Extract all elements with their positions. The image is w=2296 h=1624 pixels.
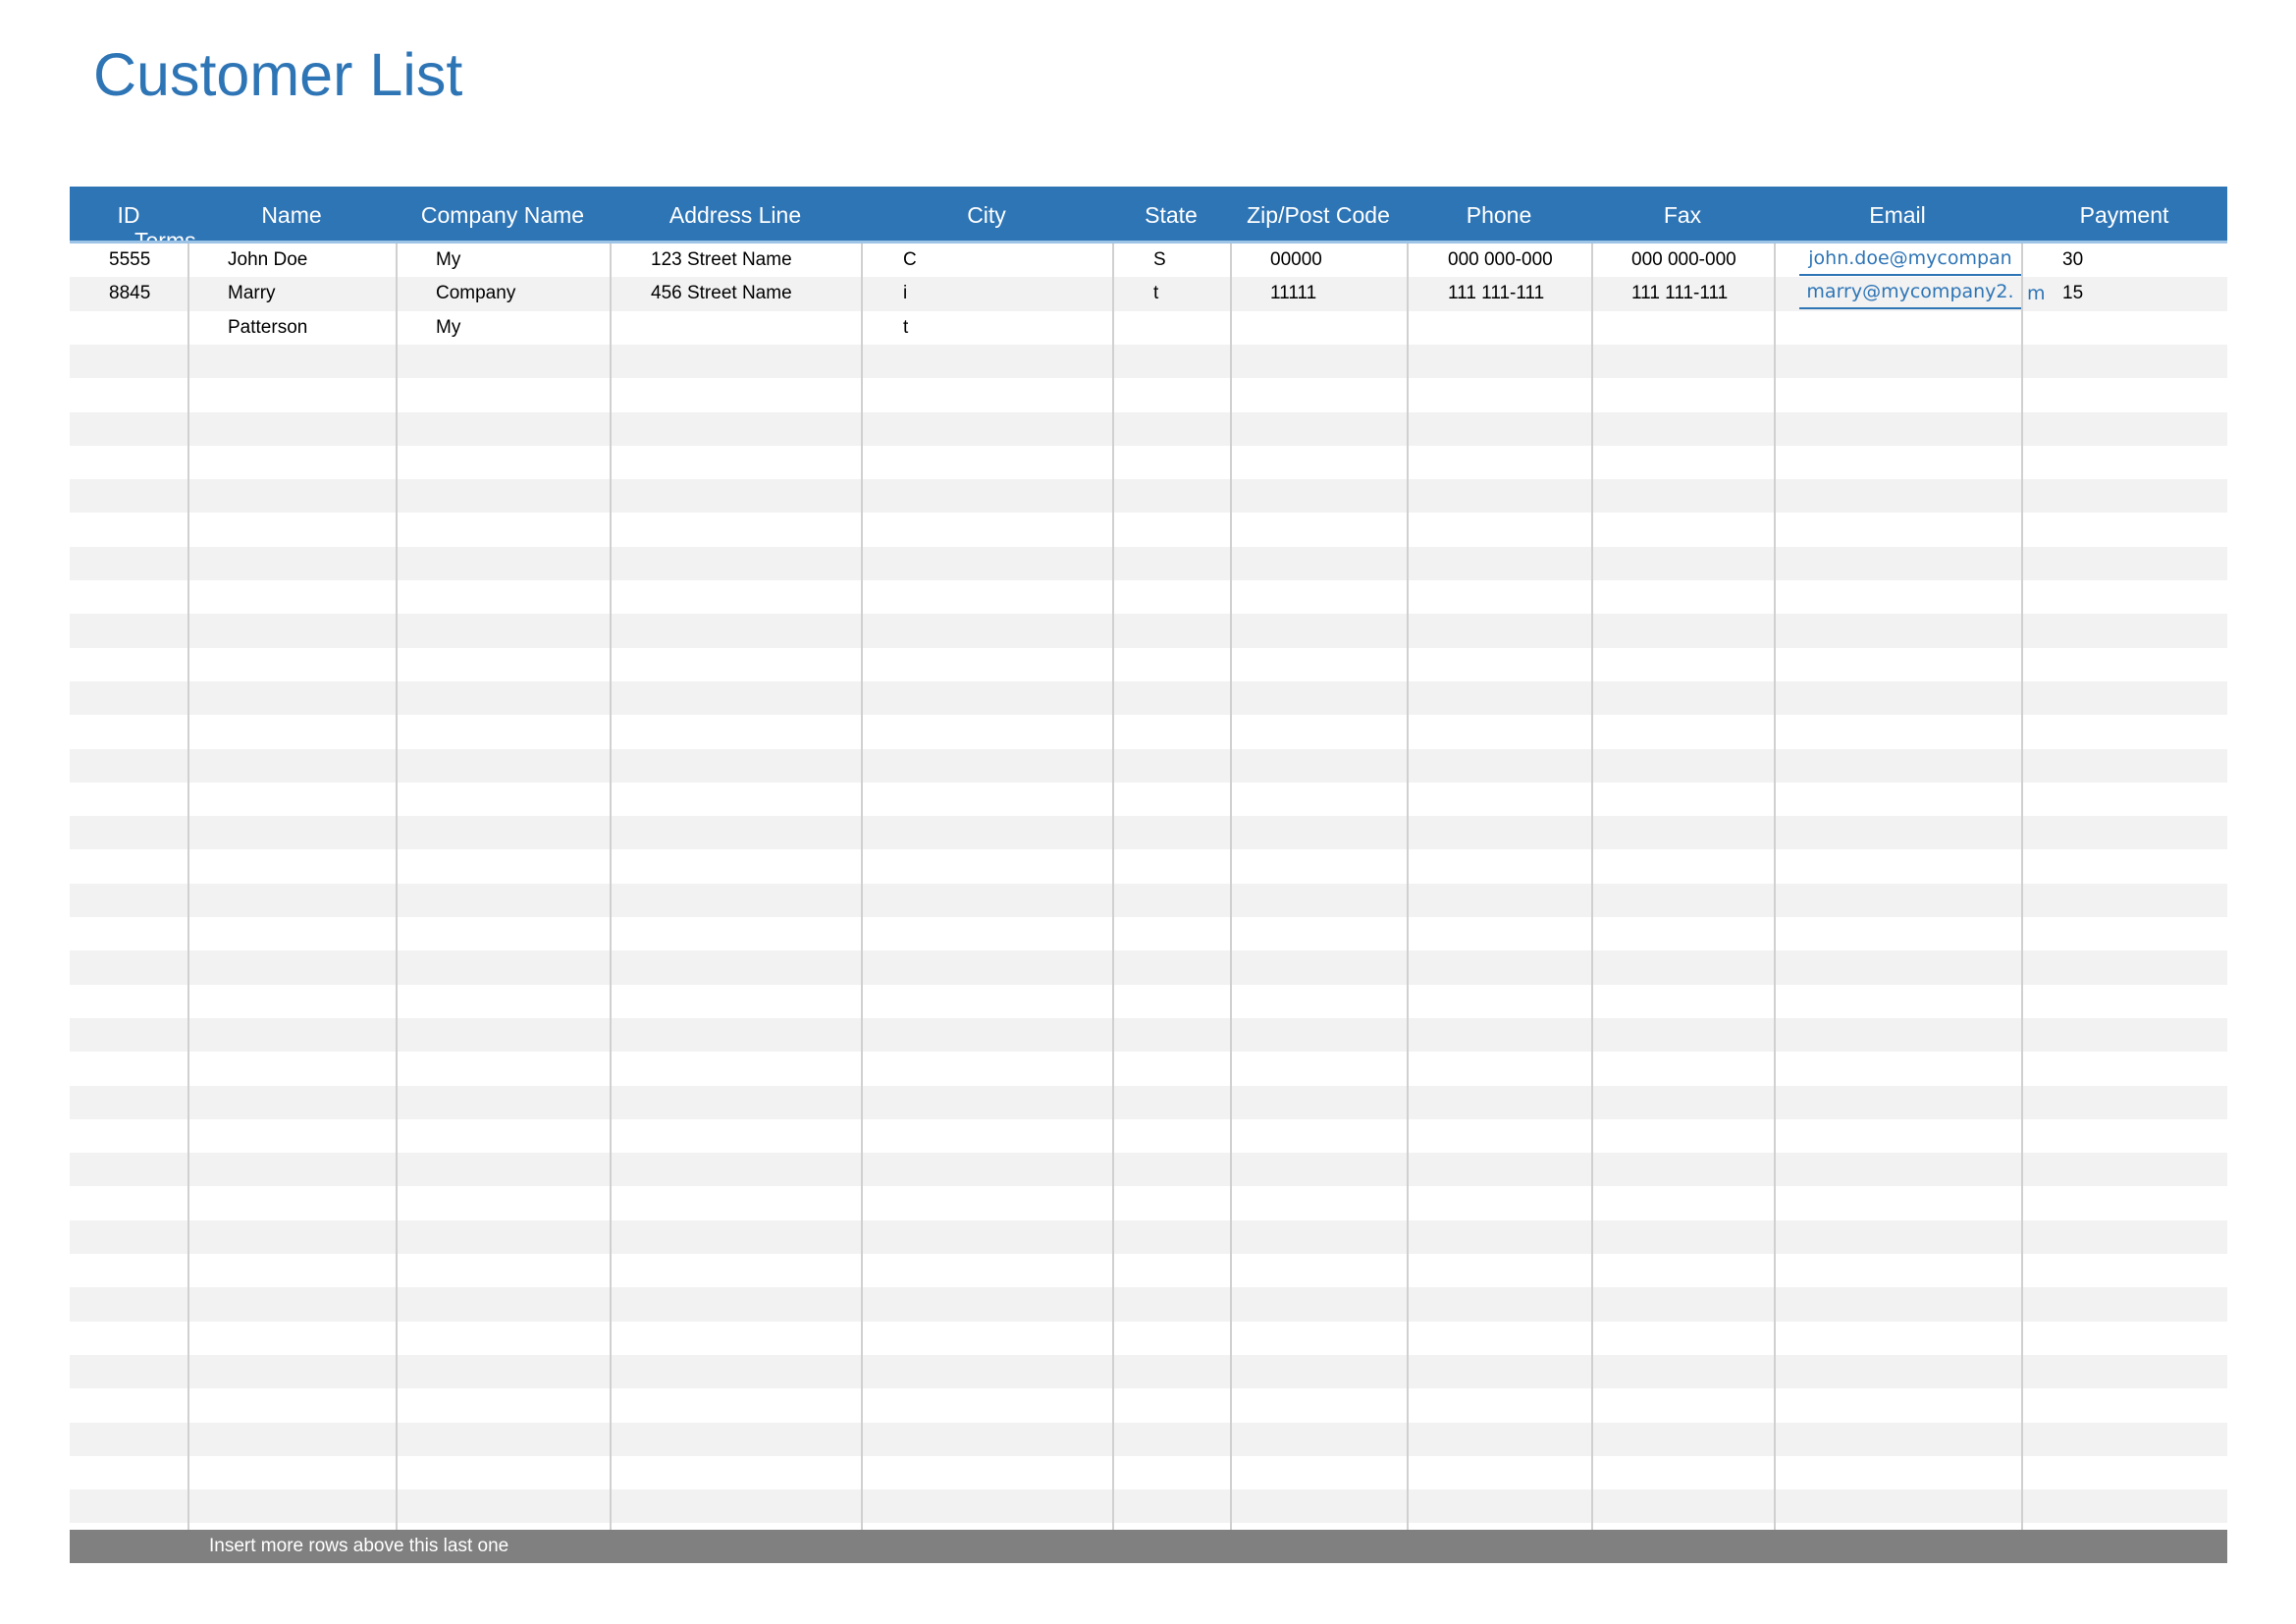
cell-city[interactable]: C [903,244,917,277]
column-header-state[interactable]: State [1112,187,1230,241]
cell-zip[interactable]: 11111 [1270,277,1316,310]
cell-city[interactable]: i [903,277,907,310]
cell-address[interactable]: 456 Street Name [651,277,792,310]
table-row [70,1455,2227,1490]
cell-fax[interactable]: 111 111-111 [1631,277,1728,310]
cell-company[interactable]: Company [436,277,515,310]
cell-payment[interactable]: 15 [2062,277,2083,310]
cell-id[interactable]: 8845 [109,277,150,310]
table-row [70,950,2227,985]
column-header-name[interactable]: Name [187,187,396,241]
table-row [70,680,2227,716]
table-row [70,411,2227,446]
cell-payment[interactable]: 30 [2062,244,2083,277]
column-divider [396,244,398,1530]
table-row [70,344,2227,379]
table-row [70,715,2227,749]
table-row [70,782,2227,817]
table-row [70,917,2227,951]
table-row [70,479,2227,514]
cell-state[interactable]: S [1153,244,1166,277]
column-header-email[interactable]: Email [1774,187,2021,241]
cell-state[interactable]: t [1153,277,1158,310]
table-row [70,1388,2227,1423]
cell-company[interactable]: My [436,311,460,345]
cell-fax[interactable]: 000 000-000 [1631,244,1736,277]
table-header: ID Terms Name Company Name Address Line … [70,187,2227,244]
email-link[interactable]: marry@mycompany2. [1799,278,2021,310]
table-row [70,310,2227,345]
column-divider [1112,244,1114,1530]
table-row [70,614,2227,648]
table-row [70,378,2227,412]
column-divider [2021,244,2023,1530]
cell-address[interactable]: 123 Street Name [651,244,792,277]
table-row [70,748,2227,783]
cell-name[interactable]: Patterson [228,311,307,345]
cell-company[interactable]: My [436,244,460,277]
cell-id[interactable]: 5555 [109,244,150,277]
table-row [70,816,2227,850]
table-row [70,1017,2227,1053]
cell-zip[interactable]: 00000 [1270,244,1322,277]
column-divider [1230,244,1232,1530]
table-row [70,580,2227,615]
column-divider [1774,244,1776,1530]
table-row [70,1153,2227,1187]
insert-rows-footer: Insert more rows above this last one [70,1530,2227,1563]
table-row [70,1489,2227,1524]
table-row [70,1422,2227,1456]
page-title: Customer List [93,41,463,108]
cell-name[interactable]: John Doe [228,244,307,277]
table-row [70,1085,2227,1119]
table-row [70,883,2227,917]
table-row [70,1052,2227,1086]
table-row [70,546,2227,580]
column-header-phone[interactable]: Phone [1407,187,1591,241]
footer-text: Insert more rows above this last one [209,1536,509,1556]
table-row [70,1321,2227,1355]
column-divider [1407,244,1409,1530]
column-header-zip[interactable]: Zip/Post Code [1230,187,1407,241]
cell-city[interactable]: t [903,311,908,345]
table-row [70,849,2227,884]
cell-phone[interactable]: 111 111-111 [1448,277,1544,310]
cell-name[interactable]: Marry [228,277,276,310]
table-row [70,1219,2227,1254]
column-divider [187,244,189,1530]
table-row [70,1118,2227,1154]
column-header-payment[interactable]: Payment [2021,187,2227,241]
cell-phone[interactable]: 000 000-000 [1448,244,1553,277]
column-divider [1591,244,1593,1530]
column-divider [610,244,612,1530]
table-row [70,1254,2227,1288]
column-header-fax[interactable]: Fax [1591,187,1774,241]
table-row [70,445,2227,480]
table-row [70,1354,2227,1389]
column-header-address[interactable]: Address Line [610,187,861,241]
table-row [70,1186,2227,1220]
table-row [70,647,2227,681]
table-row [70,513,2227,547]
email-overflow-text: m [2027,283,2046,305]
column-header-company[interactable]: Company Name [396,187,610,241]
table-row [70,1287,2227,1322]
table-row [70,984,2227,1018]
email-link[interactable]: john.doe@mycompan [1799,244,2021,276]
column-divider [861,244,863,1530]
column-header-city[interactable]: City [861,187,1112,241]
